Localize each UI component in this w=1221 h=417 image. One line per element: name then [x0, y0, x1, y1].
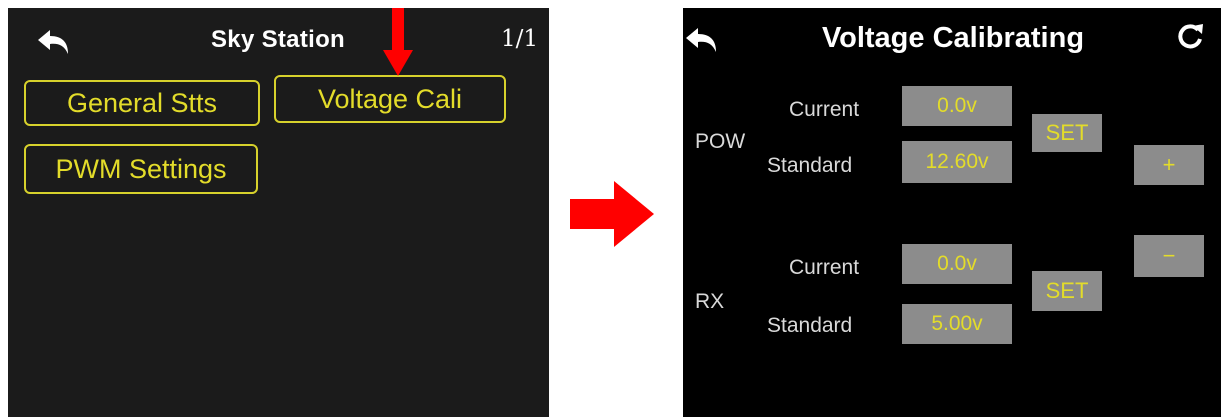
refresh-button[interactable]	[1175, 22, 1205, 57]
voltage-calibration-button[interactable]: Voltage Cali	[274, 75, 506, 123]
rx-label: RX	[695, 290, 725, 313]
pow-current-value: 0.0v	[902, 86, 1012, 126]
refresh-icon	[1178, 24, 1203, 49]
page-indicator: 1/1	[500, 26, 538, 52]
pow-standard-value: 12.60v	[902, 141, 1012, 183]
back-arrow-icon	[686, 28, 716, 52]
red-arrow-right-icon	[570, 181, 654, 247]
back-arrow-icon	[38, 30, 68, 54]
rx-standard-value: 5.00v	[902, 304, 1012, 344]
back-button[interactable]	[685, 27, 719, 53]
red-arrow-down-icon	[383, 8, 413, 76]
rx-set-button[interactable]: SET	[1032, 271, 1102, 311]
general-status-button[interactable]: General Stts	[24, 80, 260, 126]
pow-current-label: Current	[789, 98, 860, 121]
pwm-settings-button[interactable]: PWM Settings	[24, 144, 258, 194]
pow-set-button[interactable]: SET	[1032, 114, 1102, 152]
minus-button[interactable]: −	[1134, 235, 1204, 277]
voltage-calibrating-screen: Voltage Calibrating Current 0.0v POW SET…	[683, 8, 1221, 417]
rx-current-label: Current	[789, 256, 860, 279]
page-title: Sky Station	[211, 26, 345, 53]
page-title: Voltage Calibrating	[821, 22, 1085, 54]
plus-button[interactable]: +	[1134, 145, 1204, 185]
rx-standard-label: Standard	[767, 314, 853, 337]
sky-station-screen: Sky Station 1/1 General Stts Voltage Cal…	[8, 8, 549, 417]
pow-label: POW	[695, 130, 746, 153]
rx-current-value: 0.0v	[902, 244, 1012, 284]
pow-standard-label: Standard	[767, 154, 853, 177]
back-button[interactable]	[36, 28, 72, 56]
